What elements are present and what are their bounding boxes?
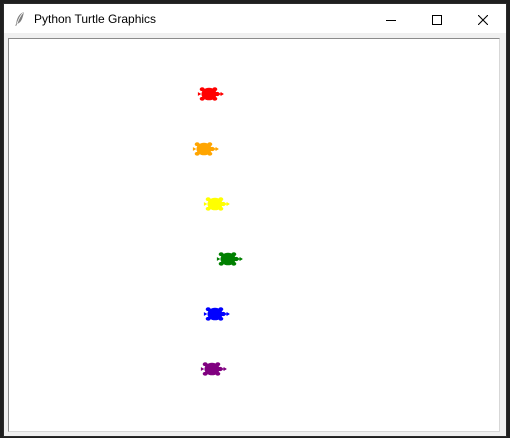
minimize-icon [386, 10, 396, 29]
turtle-purple [199, 359, 227, 379]
close-button[interactable] [460, 4, 506, 34]
canvas-frame [8, 38, 500, 432]
feather-icon [14, 11, 26, 27]
turtle-canvas[interactable] [9, 39, 499, 431]
turtle-window: Python Turtle Graphics [4, 4, 506, 436]
minimize-button[interactable] [368, 4, 414, 34]
turtle-red [196, 84, 224, 104]
turtle-yellow [202, 194, 230, 214]
turtle-orange [191, 139, 219, 159]
title-bar[interactable]: Python Turtle Graphics [4, 4, 506, 34]
maximize-button[interactable] [414, 4, 460, 34]
window-controls [368, 4, 506, 34]
turtle-blue [202, 304, 230, 324]
close-icon [477, 10, 489, 29]
window-title: Python Turtle Graphics [34, 11, 157, 26]
turtle-green [215, 249, 243, 269]
maximize-icon [432, 10, 442, 29]
